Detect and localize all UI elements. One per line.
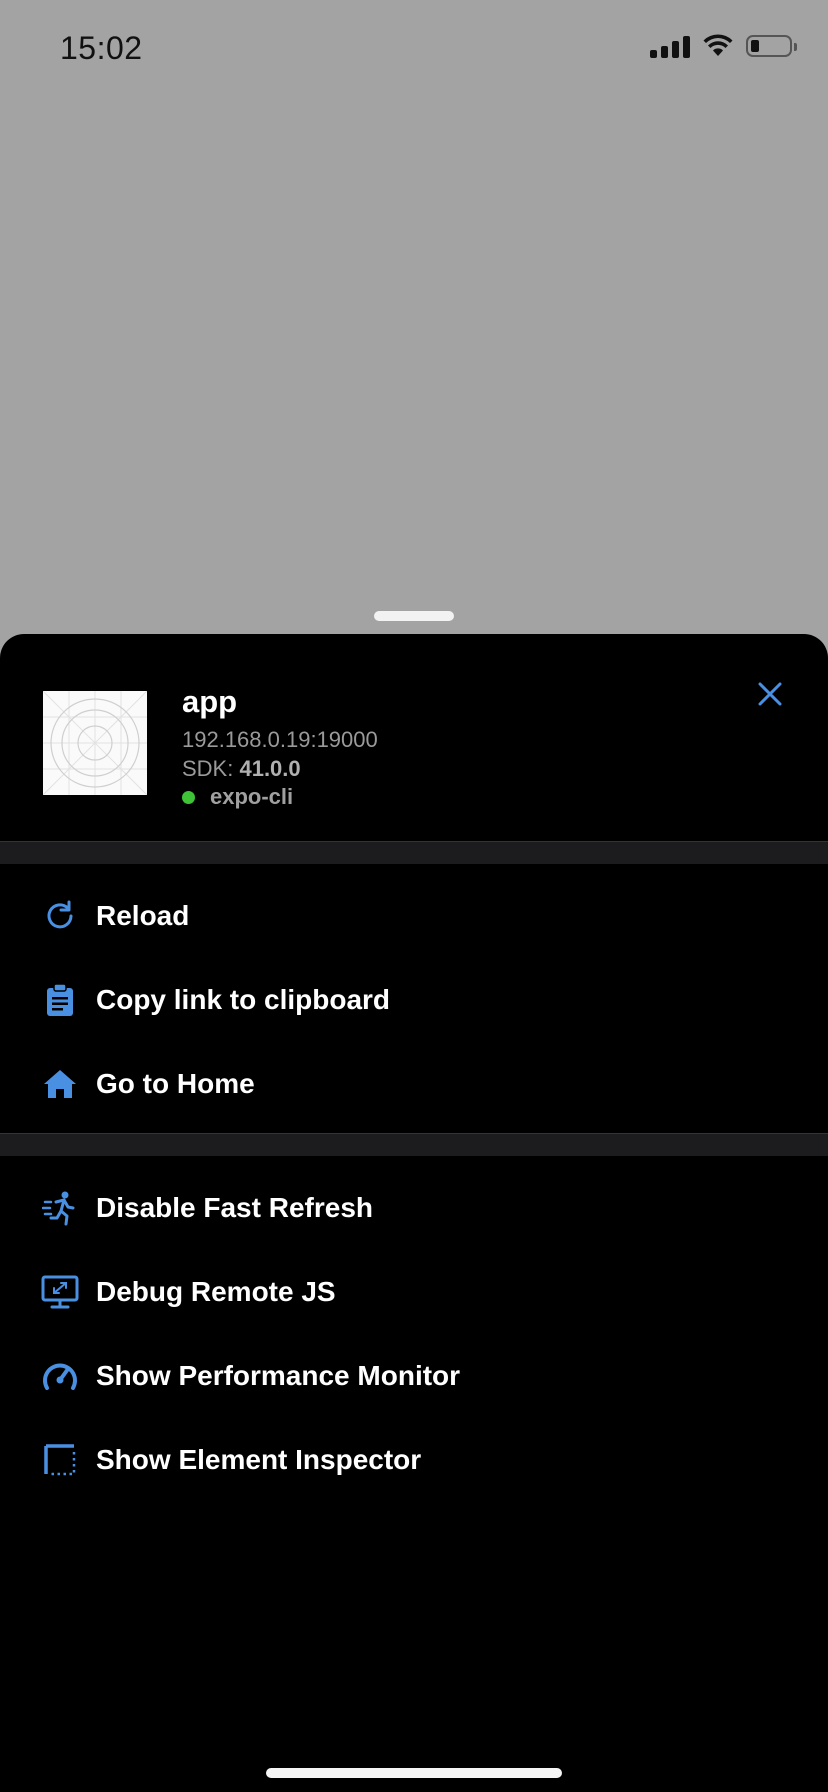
home-icon xyxy=(40,1064,80,1104)
menu-item-debug-remote-js[interactable]: Debug Remote JS xyxy=(0,1250,828,1334)
close-icon xyxy=(758,682,782,706)
close-button[interactable] xyxy=(752,676,788,712)
cellular-signal-icon xyxy=(650,34,690,58)
status-icons xyxy=(650,34,797,58)
app-info-header: app 192.168.0.19:19000 SDK: 41.0.0 expo-… xyxy=(0,634,828,842)
menu-item-copy-link[interactable]: Copy link to clipboard xyxy=(0,958,828,1042)
menu-item-label: Reload xyxy=(96,900,190,931)
speedometer-icon xyxy=(40,1356,80,1396)
remote-debug-icon xyxy=(40,1272,80,1312)
inspector-icon xyxy=(40,1440,80,1480)
dev-menu-sheet: app 192.168.0.19:19000 SDK: 41.0.0 expo-… xyxy=(0,634,828,1792)
app-source-label: expo-cli xyxy=(210,784,294,809)
menu-item-go-home[interactable]: Go to Home xyxy=(0,1042,828,1126)
menu-item-label: Copy link to clipboard xyxy=(96,984,391,1015)
clipboard-icon xyxy=(40,980,80,1020)
app-source: expo-cli xyxy=(182,784,293,810)
menu-item-label: Show Performance Monitor xyxy=(96,1360,461,1391)
menu-item-show-performance-monitor[interactable]: Show Performance Monitor xyxy=(0,1334,828,1418)
sdk-version-value: 41.0.0 xyxy=(239,756,301,781)
status-bar: 15:02 xyxy=(0,0,828,100)
reload-icon xyxy=(40,896,80,936)
status-time: 15:02 xyxy=(60,30,143,66)
menu-item-label: Debug Remote JS xyxy=(96,1276,336,1307)
menu-item-disable-fast-refresh[interactable]: Disable Fast Refresh xyxy=(0,1166,828,1250)
running-person-icon xyxy=(40,1188,80,1228)
menu-item-label: Disable Fast Refresh xyxy=(96,1192,373,1223)
wifi-icon xyxy=(703,34,733,56)
menu-item-label: Go to Home xyxy=(96,1068,255,1099)
app-host-address: 192.168.0.19:19000 xyxy=(182,727,378,752)
sheet-drag-handle[interactable] xyxy=(374,611,454,621)
section-divider xyxy=(0,1133,828,1156)
home-indicator[interactable] xyxy=(266,1768,562,1778)
app-name: app xyxy=(182,684,238,719)
app-icon xyxy=(42,690,148,796)
menu-item-reload[interactable]: Reload xyxy=(0,874,828,958)
app-placeholder-icon xyxy=(42,690,148,796)
section-divider xyxy=(0,841,828,864)
menu-item-label: Show Element Inspector xyxy=(96,1444,422,1475)
battery-icon xyxy=(746,35,797,57)
app-sdk-version: SDK: 41.0.0 xyxy=(182,756,301,782)
menu-item-show-element-inspector[interactable]: Show Element Inspector xyxy=(0,1418,828,1502)
sdk-label: SDK: xyxy=(182,756,240,781)
connection-status-dot xyxy=(182,790,195,804)
